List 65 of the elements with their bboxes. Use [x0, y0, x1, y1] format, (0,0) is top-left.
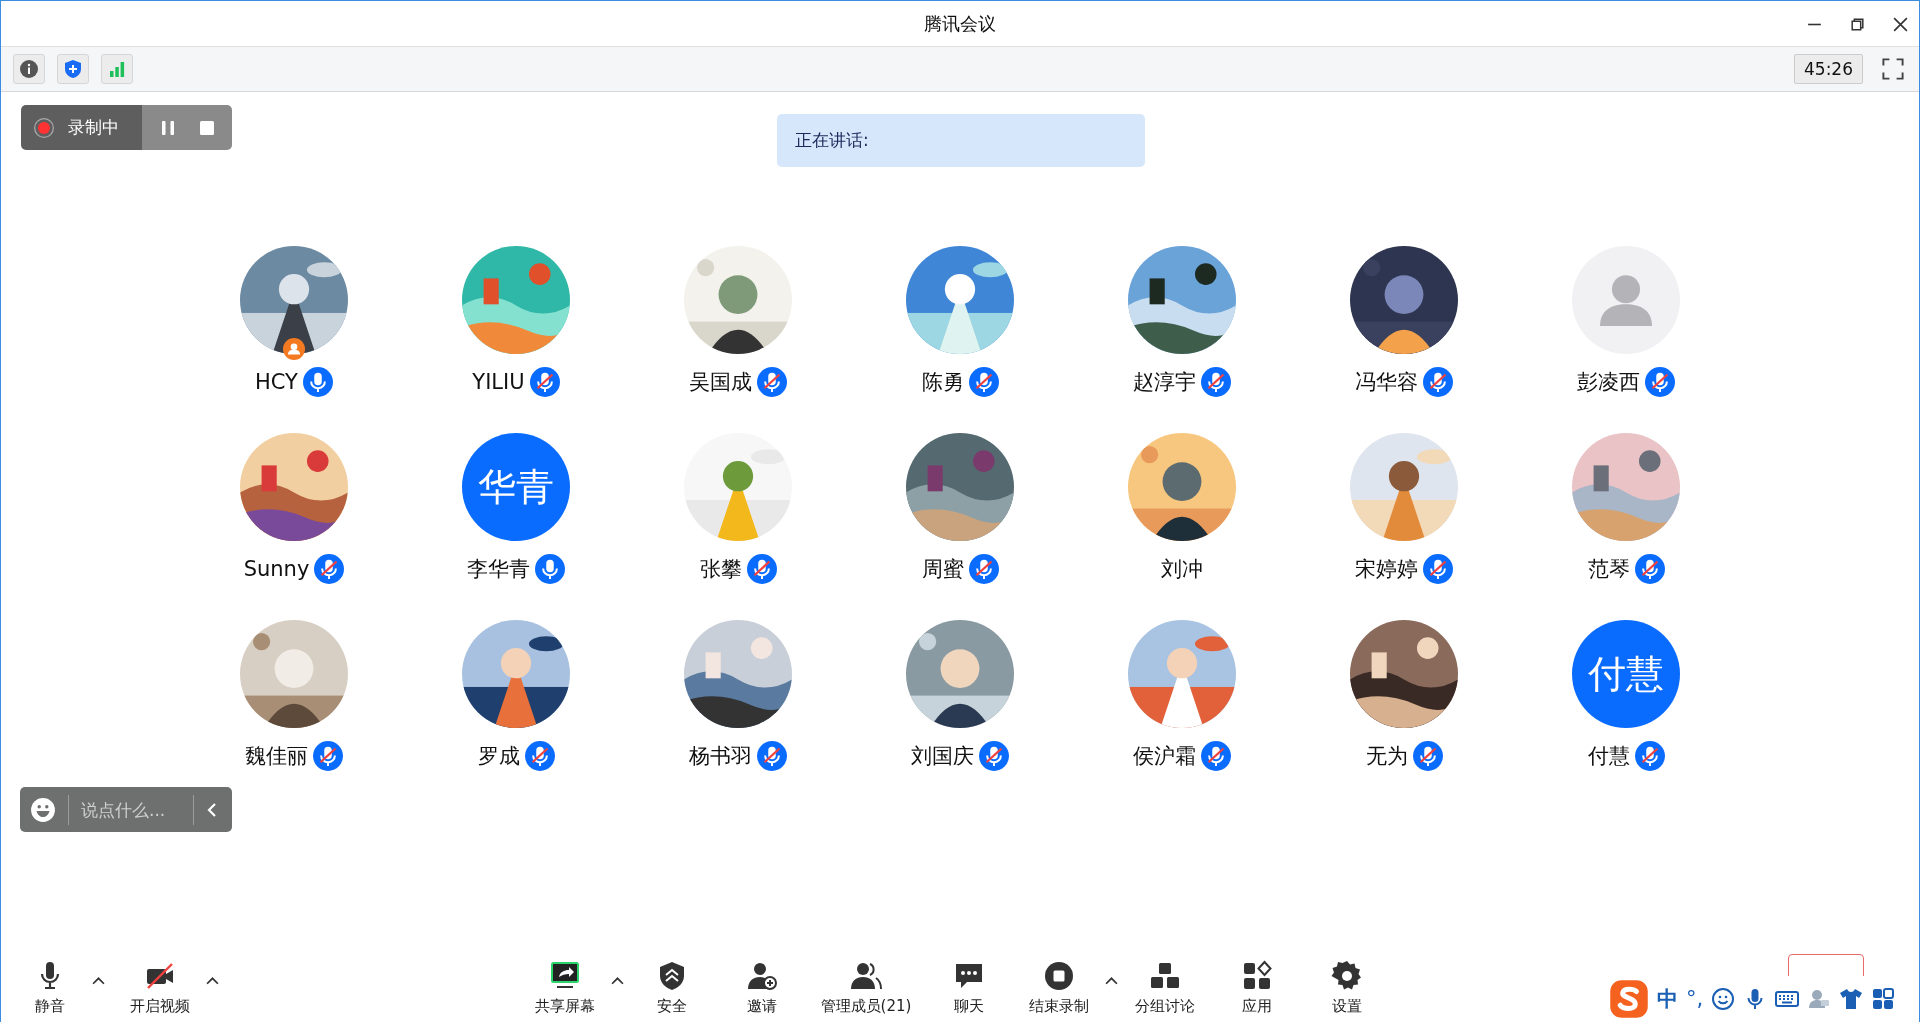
chat-input-field[interactable]: 说点什么...: [81, 799, 181, 820]
shirt-icon[interactable]: [1839, 987, 1864, 1011]
security-button[interactable]: [57, 54, 89, 84]
grid-icon[interactable]: [1871, 987, 1896, 1011]
participant-name: 付慧: [1587, 743, 1630, 770]
participant-name: 宋婷婷: [1355, 556, 1418, 583]
toolbar-button[interactable]: 设置: [1309, 960, 1385, 1016]
add-user-icon: [746, 960, 778, 992]
toolbar-button[interactable]: 安全: [634, 960, 710, 1016]
toolbar-button[interactable]: 共享屏幕: [523, 960, 607, 1016]
participant-name: 李华青: [467, 556, 530, 583]
toolbar-button[interactable]: 聊天: [931, 960, 1007, 1016]
speaker-label: 正在讲话:: [795, 129, 869, 152]
toolbar-button[interactable]: 开启视频: [118, 960, 202, 1016]
punctuation-toggle[interactable]: °,: [1686, 987, 1704, 1011]
participant-name: 刘冲: [1161, 556, 1203, 583]
participant-name: 周蜜: [921, 556, 964, 583]
avatar: 付慧: [1572, 620, 1680, 728]
caret-icon[interactable]: [92, 975, 105, 985]
emoji-icon[interactable]: [30, 796, 56, 823]
participant-name: YILIU: [472, 370, 525, 394]
participant-name: 魏佳丽: [245, 743, 308, 770]
default-avatar-icon: [1572, 246, 1680, 354]
participant-name: 无为: [1365, 743, 1408, 770]
info-icon: [19, 59, 39, 79]
toolbar-button[interactable]: 静音: [12, 960, 88, 1016]
toolbar-button[interactable]: 分组讨论: [1123, 960, 1207, 1016]
fullscreen-icon[interactable]: [1881, 57, 1905, 81]
toolbar-button[interactable]: 结束录制: [1017, 960, 1101, 1016]
users-icon: [850, 960, 882, 992]
toolbar-button[interactable]: 管理成员(21): [806, 960, 926, 1016]
toolbar-button[interactable]: 应用: [1219, 960, 1295, 1016]
caret-icon[interactable]: [206, 975, 219, 985]
participant-name: 范琴: [1587, 556, 1630, 583]
participant-name: 杨书羽: [689, 743, 752, 770]
stop-icon: [1043, 960, 1075, 992]
meeting-timer: 45:26: [1794, 54, 1863, 84]
shield-icon: [63, 59, 83, 79]
info-button[interactable]: [13, 54, 45, 84]
caret-icon[interactable]: [1105, 975, 1118, 985]
signal-icon: [107, 59, 127, 79]
participant-name: 侯沪霜: [1133, 743, 1196, 770]
participant-name: 赵淳宇: [1133, 369, 1196, 396]
restore-icon[interactable]: [1849, 15, 1866, 33]
emoji-icon[interactable]: [1711, 987, 1736, 1011]
participant-name: 冯华容: [1355, 369, 1418, 396]
participant-name: 罗成: [477, 743, 520, 770]
window-title: 腾讯会议: [924, 11, 996, 36]
recording-status: 录制中: [68, 116, 119, 139]
record-icon: [33, 116, 55, 139]
participant-name: Sunny: [243, 557, 310, 581]
participant-name: 吴国成: [689, 369, 752, 396]
participant-name: HCY: [255, 370, 298, 394]
close-icon[interactable]: [1892, 15, 1909, 33]
participant-name: 彭凌西: [1577, 369, 1640, 396]
avatar: 华青: [462, 433, 570, 541]
participant-name: 刘国庆: [911, 743, 974, 770]
participant-name: 陈勇: [921, 369, 964, 396]
participant-name: 张攀: [699, 556, 742, 583]
input-method-logo[interactable]: [1609, 979, 1649, 1019]
settings-icon: [1331, 960, 1363, 992]
toolbar-button[interactable]: 邀请: [724, 960, 800, 1016]
input-mode-toggle[interactable]: 中: [1657, 985, 1678, 1013]
caret-icon[interactable]: [611, 975, 624, 985]
apps-icon: [1241, 960, 1273, 992]
